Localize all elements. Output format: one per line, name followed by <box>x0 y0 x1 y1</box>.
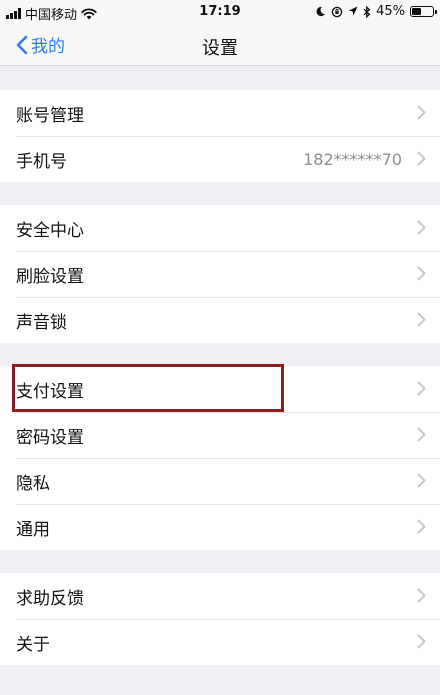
status-right: 45% <box>315 4 437 19</box>
row-label: 账号管理 <box>16 105 84 126</box>
battery-fill <box>412 8 421 15</box>
chevron-right-icon <box>417 105 426 120</box>
phone-number-value: 182******70 <box>303 149 402 169</box>
chevron-right-icon <box>417 473 426 488</box>
settings-row-password-settings[interactable]: 密码设置 <box>0 412 440 458</box>
navigation-bar: 我的 设置 <box>0 26 440 66</box>
settings-row-security-center[interactable]: 安全中心 <box>0 205 440 251</box>
bluetooth-icon <box>363 5 371 18</box>
chevron-right-icon <box>417 220 426 235</box>
settings-row-privacy[interactable]: 隐私 <box>0 458 440 504</box>
row-label: 密码设置 <box>16 427 84 448</box>
row-label: 安全中心 <box>16 220 84 241</box>
settings-row-voice-lock[interactable]: 声音锁 <box>0 297 440 343</box>
row-label: 手机号 <box>16 151 67 172</box>
row-label: 求助反馈 <box>16 588 84 609</box>
orientation-lock-icon <box>331 6 343 17</box>
settings-row-face-settings[interactable]: 刷脸设置 <box>0 251 440 297</box>
chevron-right-icon <box>417 312 426 327</box>
chevron-right-icon <box>417 519 426 534</box>
row-label: 刷脸设置 <box>16 266 84 287</box>
highlight-annotation-box <box>12 364 284 412</box>
settings-group-security: 安全中心 刷脸设置 声音锁 <box>0 205 440 343</box>
chevron-right-icon <box>417 381 426 396</box>
chevron-right-icon <box>417 266 426 281</box>
row-label: 关于 <box>16 634 50 655</box>
moon-icon <box>316 6 326 17</box>
chevron-right-icon <box>417 151 426 166</box>
page-title: 设置 <box>202 38 238 59</box>
settings-row-account-management[interactable]: 账号管理 <box>0 90 440 136</box>
chevron-right-icon <box>417 634 426 649</box>
settings-row-phone-number[interactable]: 手机号 182******70 <box>0 136 440 182</box>
row-label: 隐私 <box>16 473 50 494</box>
settings-group-account: 账号管理 手机号 182******70 <box>0 90 440 182</box>
row-label: 声音锁 <box>16 312 67 333</box>
row-label: 通用 <box>16 519 50 540</box>
settings-row-general[interactable]: 通用 <box>0 504 440 550</box>
battery-icon <box>410 6 437 17</box>
settings-group-help: 求助反馈 关于 <box>0 573 440 665</box>
status-bar: 中国移动 17:19 45% <box>0 0 440 26</box>
chevron-right-icon <box>417 588 426 603</box>
settings-row-about[interactable]: 关于 <box>0 619 440 665</box>
battery-percent: 45% <box>376 4 405 19</box>
location-icon <box>348 6 358 16</box>
settings-row-help-feedback[interactable]: 求助反馈 <box>0 573 440 619</box>
chevron-right-icon <box>417 427 426 442</box>
